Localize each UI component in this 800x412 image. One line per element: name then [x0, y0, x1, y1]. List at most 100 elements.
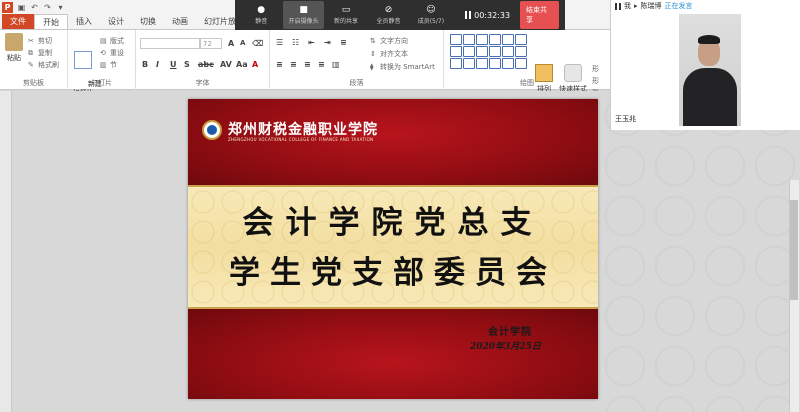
quick-styles-button[interactable]: 快速样式 [558, 64, 588, 94]
font-name-select[interactable] [140, 38, 200, 49]
mute-all-button[interactable]: ⊘ 全员静音 [368, 1, 408, 29]
shadow-icon[interactable]: S [184, 60, 190, 69]
shape-item[interactable] [450, 58, 462, 69]
copy-button[interactable]: ⧉ 复制 [28, 48, 52, 58]
align-left-icon[interactable]: ≡ [276, 60, 283, 69]
tab-transitions[interactable]: 切换 [132, 14, 164, 29]
slide-title-line-2: 学生党支部委员会 [229, 255, 557, 291]
participant-hair [698, 35, 720, 44]
shape-item[interactable] [502, 58, 514, 69]
shapes-gallery[interactable] [450, 34, 530, 72]
increase-indent-icon[interactable]: ⇥ [324, 38, 331, 47]
shape-item[interactable] [502, 34, 514, 45]
pause-icon[interactable] [465, 11, 472, 19]
layout-button[interactable]: ▤ 版式 [100, 36, 124, 46]
shape-item[interactable] [515, 58, 527, 69]
shape-item[interactable] [450, 46, 462, 57]
mute-button[interactable]: ● 静音 [241, 1, 281, 29]
line-spacing-icon[interactable]: ≡ [340, 38, 347, 47]
shape-outline-button[interactable]: 形 [592, 76, 599, 86]
redo-icon[interactable]: ↷ [43, 3, 52, 12]
font-size-select[interactable]: 72 [200, 38, 222, 49]
cut-button[interactable]: ✂ 剪切 [28, 36, 52, 46]
underline-icon[interactable]: U [170, 60, 177, 69]
participant-body [683, 68, 737, 126]
shape-item[interactable] [463, 58, 475, 69]
shape-item[interactable] [476, 58, 488, 69]
current-slide[interactable]: 郑州财税金融职业学院 ZHENGZHOU VOCATIONAL COLLEGE … [188, 99, 598, 399]
align-right-icon[interactable]: ≡ [304, 60, 311, 69]
shape-item[interactable] [450, 34, 462, 45]
tab-design[interactable]: 设计 [100, 14, 132, 29]
meeting-timer: 00:32:33 [465, 11, 510, 20]
shape-item[interactable] [489, 58, 501, 69]
me-label: 我 [624, 2, 631, 10]
align-text-icon: ⇕ [370, 50, 376, 58]
brush-icon: ✎ [28, 61, 34, 69]
shape-item[interactable] [515, 46, 527, 57]
participant-name: 王玉兆 [615, 115, 636, 123]
group-slides: 新建 幻灯片 ▤版式 ⟲重设 ▥节 幻灯片 [68, 30, 136, 97]
format-painter-button[interactable]: ✎ 格式刷 [28, 60, 59, 70]
shape-item[interactable] [476, 34, 488, 45]
shape-item[interactable] [515, 34, 527, 45]
scissors-icon: ✂ [28, 37, 34, 45]
paragraph-group-label: 段落 [349, 79, 364, 87]
strikethrough-icon[interactable]: abc [198, 60, 214, 69]
thumbnail-pane-collapsed[interactable] [0, 91, 12, 412]
reset-button[interactable]: ⟲ 重设 [100, 48, 124, 58]
columns-icon[interactable]: ▥ [332, 60, 340, 69]
text-direction-button[interactable]: ⇅ 文字方向 [370, 36, 408, 46]
shape-item[interactable] [476, 46, 488, 57]
pause-icon[interactable] [615, 2, 621, 10]
slide-bottom-band [188, 307, 598, 399]
save-icon[interactable]: ▣ [17, 3, 26, 12]
grow-font-icon[interactable]: A [228, 39, 234, 48]
slides-group-label: 幻灯片 [91, 79, 112, 87]
camera-icon: ■ [299, 5, 308, 15]
tab-home[interactable]: 开始 [34, 14, 68, 29]
bullets-icon[interactable]: ☰ [276, 38, 283, 47]
font-color-icon[interactable]: A [252, 60, 258, 69]
clear-format-icon[interactable]: ⌫ [252, 39, 263, 48]
smartart-button[interactable]: ⧫ 转换为 SmartArt [370, 62, 435, 72]
numbering-icon[interactable]: ☷ [292, 38, 299, 47]
smartart-label: 转换为 SmartArt [380, 63, 435, 71]
case-icon[interactable]: Aa [236, 60, 248, 69]
scrollbar-thumb[interactable] [790, 200, 798, 300]
bold-icon[interactable]: B [142, 60, 148, 69]
shape-item[interactable] [502, 46, 514, 57]
shape-item[interactable] [489, 46, 501, 57]
camera-button[interactable]: ■ 开启摄像头 [283, 1, 324, 29]
members-button[interactable]: ☺ 成员(5/7) [411, 1, 451, 29]
shrink-font-icon[interactable]: A [240, 39, 245, 47]
video-panel-header: 我 ▸ 陈瑞博 正在发言 [611, 0, 800, 12]
speaking-status: 正在发言 [664, 2, 693, 10]
speaker-icon: ▸ [634, 2, 638, 10]
tab-animations[interactable]: 动画 [164, 14, 196, 29]
customize-icon[interactable]: ▾ [56, 3, 65, 12]
decrease-indent-icon[interactable]: ⇤ [308, 38, 315, 47]
align-text-button[interactable]: ⇕ 对齐文本 [370, 49, 408, 59]
shape-item[interactable] [463, 34, 475, 45]
section-button[interactable]: ▥ 节 [100, 60, 117, 70]
end-share-button[interactable]: 结束共享 [520, 1, 559, 29]
tab-insert[interactable]: 插入 [68, 14, 100, 29]
justify-icon[interactable]: ≡ [318, 60, 325, 69]
background-pattern [600, 91, 800, 412]
font-group-label: 字体 [195, 79, 210, 87]
shape-item[interactable] [463, 46, 475, 57]
tab-file[interactable]: 文件 [2, 14, 34, 29]
members-label: 成员(5/7) [417, 18, 445, 25]
spacing-icon[interactable]: AV [220, 60, 232, 69]
shape-item[interactable] [489, 34, 501, 45]
arrange-button[interactable]: 排列 [534, 64, 554, 94]
participant-video[interactable] [679, 14, 741, 126]
paste-button[interactable]: 粘贴 [4, 33, 24, 63]
undo-icon[interactable]: ↶ [30, 3, 39, 12]
members-icon: ☺ [426, 5, 436, 15]
shape-fill-button[interactable]: 形 [592, 64, 599, 74]
new-share-button[interactable]: ▭ 新的共享 [326, 1, 366, 29]
align-center-icon[interactable]: ≡ [290, 60, 297, 69]
italic-icon[interactable]: I [156, 60, 159, 69]
